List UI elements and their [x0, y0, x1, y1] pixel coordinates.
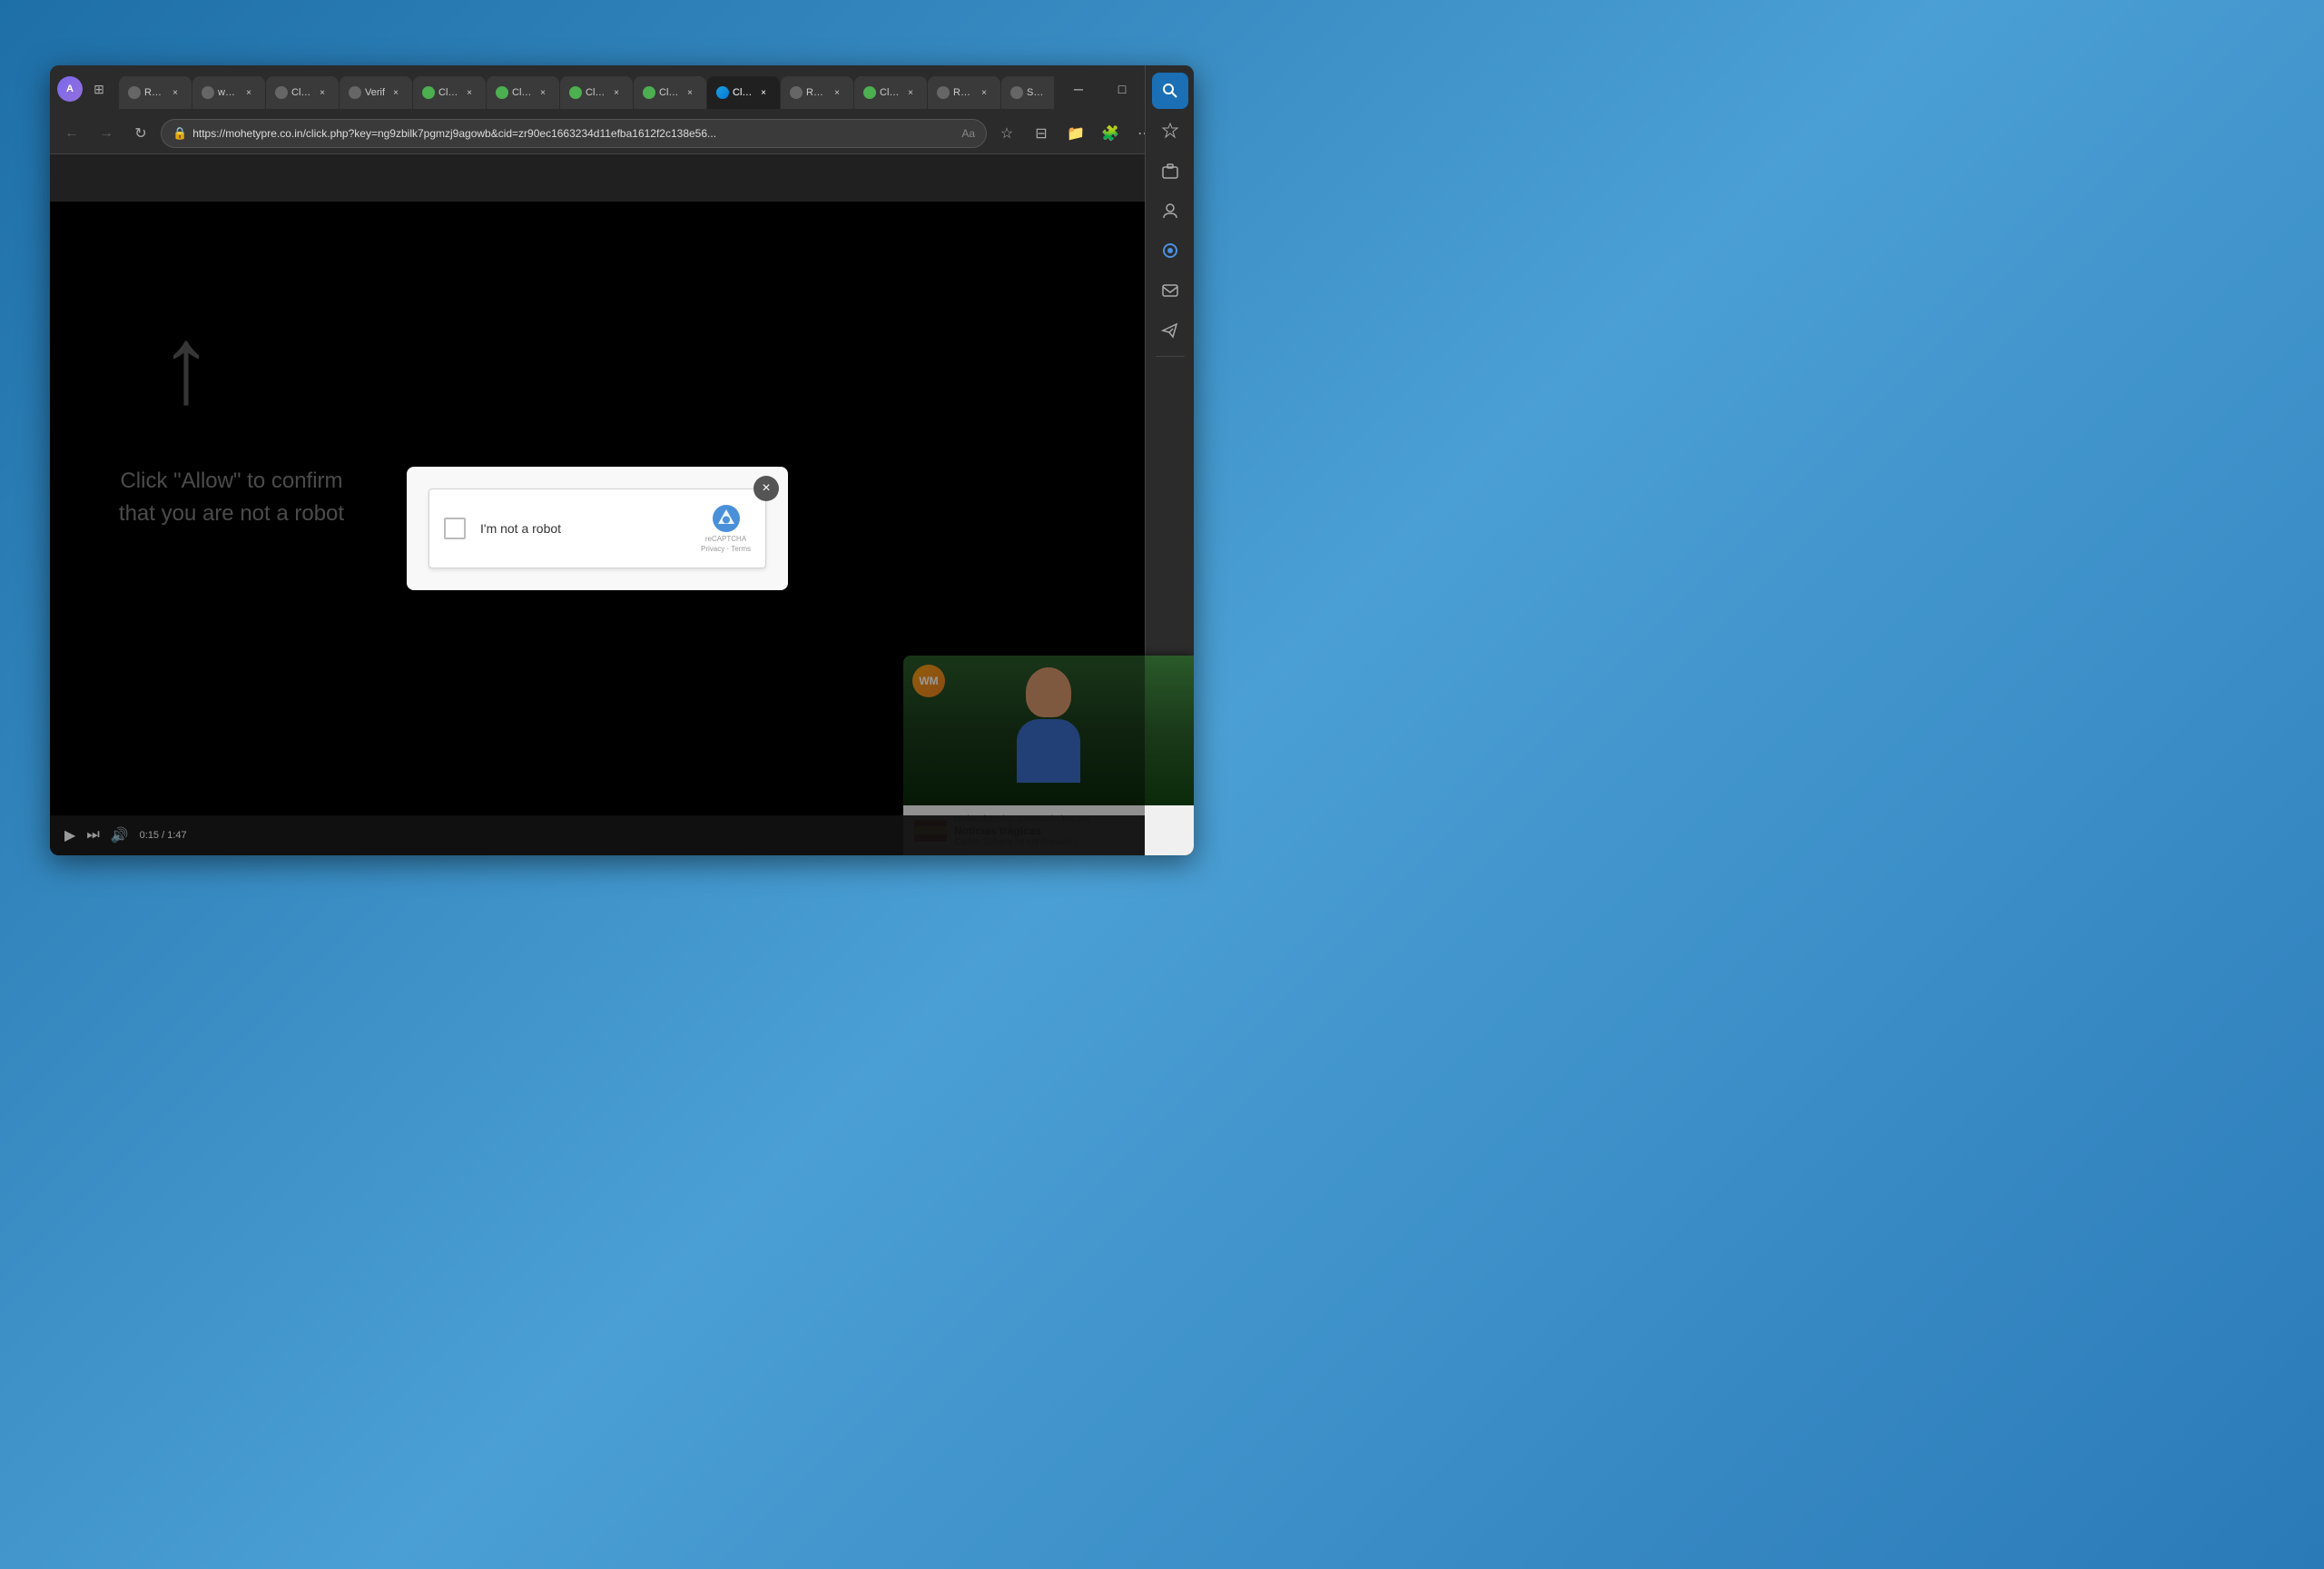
page-content: ↑ Click "Allow" to confirm that you are … [50, 202, 1145, 855]
tab-favicon-7 [569, 86, 582, 99]
title-bar: A ⊞ Rep: × www. × Click × Verif [50, 65, 1194, 113]
tab-favicon-8 [643, 86, 655, 99]
read-mode-icon: Aa [961, 127, 975, 140]
telegram-icon [1161, 321, 1179, 340]
recaptcha-logo-icon [712, 504, 741, 533]
tab-favicon-4 [349, 86, 361, 99]
privacy-link[interactable]: Privacy [701, 545, 724, 553]
tab-label-5: Click [438, 87, 458, 98]
tab-label-10: Rep: [806, 87, 826, 98]
tabs-container: Rep: × www. × Click × Verif × Click [115, 65, 1054, 113]
modal-overlay: × I'm not a robot reCAPTCHA Privacy [50, 202, 1145, 855]
tab-label-6: Click [512, 87, 532, 98]
tag-icon [1161, 122, 1179, 140]
tab-6[interactable]: Click × [487, 76, 559, 109]
tab-label-7: Click [586, 87, 606, 98]
address-bar[interactable]: 🔒 https://mohetypre.co.in/click.php?key=… [161, 119, 987, 148]
tab-10[interactable]: Rep: × [781, 76, 853, 109]
tab-favicon-9 [716, 86, 729, 99]
captcha-modal: × I'm not a robot reCAPTCHA Privacy [407, 467, 788, 590]
tab-label-9: Click [733, 87, 753, 98]
profile-button[interactable]: A [57, 76, 83, 102]
tab-favicon-6 [496, 86, 508, 99]
tab-favicon-2 [202, 86, 214, 99]
tab-label-13: Secu [1027, 87, 1047, 98]
reload-button[interactable]: ↻ [126, 119, 155, 148]
tab-label-8: Click [659, 87, 679, 98]
sidebar-toggle-button[interactable]: ⊞ [86, 76, 112, 102]
browser-window: A ⊞ Rep: × www. × Click × Verif [50, 65, 1194, 855]
url-text: https://mohetypre.co.in/click.php?key=ng… [192, 127, 956, 140]
tab-label-2: www. [218, 87, 238, 98]
tab-close-7[interactable]: × [609, 85, 624, 100]
lock-icon: 🔒 [172, 126, 187, 141]
tab-close-5[interactable]: × [462, 85, 477, 100]
tab-close-1[interactable]: × [168, 85, 182, 100]
person-icon [1161, 202, 1179, 220]
captcha-checkbox[interactable] [444, 518, 466, 539]
outlook-icon [1161, 281, 1179, 300]
tab-close-13[interactable]: × [1050, 85, 1054, 100]
tab-label-1: Rep: [144, 87, 164, 98]
tab-favicon-12 [937, 86, 950, 99]
recaptcha-logo-area: reCAPTCHA Privacy · Terms [701, 504, 751, 553]
recaptcha-box: I'm not a robot reCAPTCHA Privacy · [428, 488, 766, 568]
tab-1[interactable]: Rep: × [119, 76, 192, 109]
favorites-button[interactable]: ☆ [992, 119, 1021, 148]
search-icon [1161, 82, 1179, 100]
sidebar-outlook-button[interactable] [1152, 272, 1188, 309]
tab-7[interactable]: Click × [560, 76, 633, 109]
recaptcha-brand-text: reCAPTCHA [705, 535, 746, 543]
tab-close-12[interactable]: × [977, 85, 991, 100]
tab-label-3: Click [291, 87, 311, 98]
tab-label-12: Rep: [953, 87, 973, 98]
tab-9-active[interactable]: Click × [707, 76, 780, 109]
captcha-label: I'm not a robot [480, 521, 686, 536]
tab-12[interactable]: Rep: × [928, 76, 1000, 109]
sidebar-divider [1156, 356, 1185, 357]
tab-2[interactable]: www. × [192, 76, 265, 109]
tab-4[interactable]: Verif × [340, 76, 412, 109]
tab-close-9[interactable]: × [756, 85, 771, 100]
sidebar-copilot-button[interactable] [1152, 232, 1188, 269]
modal-close-button[interactable]: × [753, 476, 779, 501]
tab-favicon-5 [422, 86, 435, 99]
tab-3[interactable]: Click × [266, 76, 339, 109]
collections-button[interactable]: 📁 [1061, 119, 1090, 148]
maximize-button[interactable]: □ [1101, 74, 1143, 104]
tab-close-8[interactable]: × [683, 85, 697, 100]
address-bar-row: ← → ↻ 🔒 https://mohetypre.co.in/click.ph… [50, 113, 1194, 154]
tab-close-3[interactable]: × [315, 85, 330, 100]
back-button[interactable]: ← [57, 119, 86, 148]
sidebar-profile-button[interactable] [1152, 192, 1188, 229]
minimize-button[interactable]: ─ [1058, 74, 1099, 104]
tab-close-11[interactable]: × [903, 85, 918, 100]
tab-close-6[interactable]: × [536, 85, 550, 100]
tab-close-4[interactable]: × [389, 85, 403, 100]
tab-13[interactable]: Secu × [1001, 76, 1054, 109]
sidebar-favorites-button[interactable] [1152, 113, 1188, 149]
tab-favicon-13 [1010, 86, 1023, 99]
tab-close-10[interactable]: × [830, 85, 844, 100]
tab-close-2[interactable]: × [241, 85, 256, 100]
sidebar-search-button[interactable] [1152, 73, 1188, 109]
copilot-icon [1161, 242, 1179, 260]
tab-favicon-1 [128, 86, 141, 99]
extensions-button[interactable]: 🧩 [1096, 119, 1125, 148]
tab-5[interactable]: Click × [413, 76, 486, 109]
briefcase-icon [1161, 162, 1179, 180]
terms-link[interactable]: Terms [731, 545, 751, 553]
tab-favicon-3 [275, 86, 288, 99]
sidebar-telegram-button[interactable] [1152, 312, 1188, 349]
forward-button[interactable]: → [92, 119, 121, 148]
tab-favicon-11 [863, 86, 876, 99]
split-screen-button[interactable]: ⊟ [1027, 119, 1056, 148]
sidebar-wallet-button[interactable] [1152, 153, 1188, 189]
tab-favicon-10 [790, 86, 803, 99]
tab-8[interactable]: Click × [634, 76, 706, 109]
recaptcha-links: Privacy · Terms [701, 545, 751, 553]
tab-label-11: Click [880, 87, 900, 98]
tab-11[interactable]: Click × [854, 76, 927, 109]
tab-label-4: Verif [365, 87, 385, 98]
